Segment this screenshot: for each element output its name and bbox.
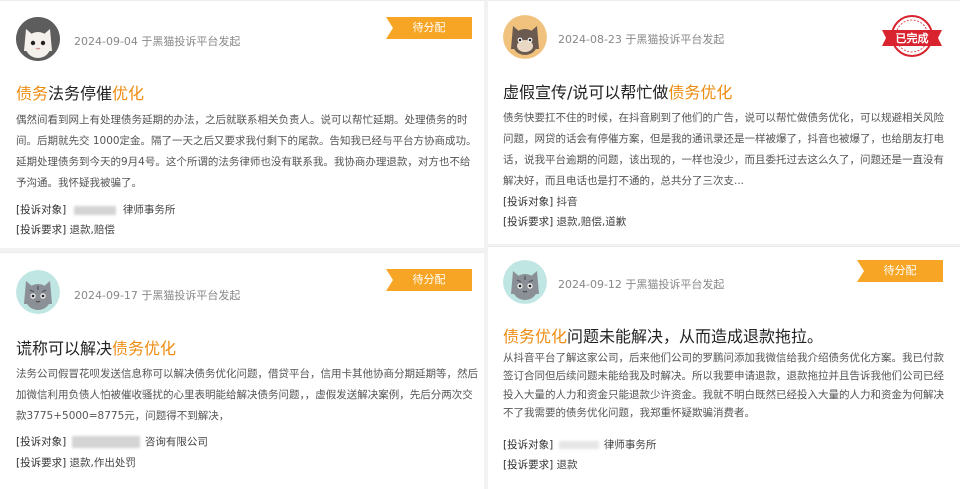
title-highlight: 债务	[16, 84, 49, 103]
complaint-title[interactable]: 虚假宣传/说可以帮忙做债务优化	[503, 79, 732, 103]
stamp-label: 已完成	[896, 31, 929, 45]
target-value: 咨询有限公司	[144, 436, 208, 448]
complaint-target: [投诉对象] 咨询有限公司	[16, 434, 208, 449]
complaint-card[interactable]: 2024-09-17 于黑猫投诉平台发起 待分配 谎称可以解决债务优化 法务公司…	[0, 252, 484, 489]
complaint-title[interactable]: 债务优化问题未能解决，从而造成退款拖拉。	[503, 323, 823, 347]
title-text: 虚假宣传/说可以帮忙做	[503, 83, 669, 102]
target-value: 抖音	[556, 196, 578, 208]
redacted-name	[558, 441, 599, 449]
complaint-demand: [投诉要求] 退款,作出处罚	[16, 455, 136, 470]
title-highlight: 债务优化	[668, 83, 733, 102]
complaint-demand: [投诉要求] 退款,赔偿	[16, 222, 115, 237]
demand-label: [投诉要求]	[16, 457, 67, 469]
redacted-name	[71, 436, 140, 448]
cat-avatar-icon	[16, 270, 60, 314]
redacted-name	[73, 205, 116, 215]
complaint-target: [投诉对象] 抖音	[503, 194, 578, 209]
post-date: 2024-09-17 于黑猫投诉平台发起	[74, 289, 241, 302]
complaint-demand: [投诉要求] 退款	[503, 457, 578, 472]
complaint-card[interactable]: 2024-09-12 于黑猫投诉平台发起 待分配 债务优化问题未能解决，从而造成…	[488, 246, 960, 489]
status-badge: 待分配	[386, 17, 472, 39]
title-text: 问题未能解决，从而造成退款拖拉。	[567, 327, 824, 346]
status-badge: 待分配	[857, 260, 943, 282]
cat-avatar-icon	[16, 17, 60, 61]
complaint-target: [投诉对象] 律师事务所	[503, 437, 656, 452]
demand-label: [投诉要求]	[503, 216, 554, 228]
post-date: 2024-08-23 于黑猫投诉平台发起	[558, 33, 725, 46]
complaint-demand: [投诉要求] 退款,赔偿,道歉	[503, 214, 626, 229]
cat-avatar-icon	[503, 15, 547, 59]
demand-label: [投诉要求]	[16, 224, 67, 236]
done-stamp-icon: 已完成	[880, 12, 944, 64]
complaint-card[interactable]: 2024-08-23 于黑猫投诉平台发起 已完成 虚假宣传/说可以帮忙做债务优化…	[488, 0, 960, 244]
title-text: 法务停催	[48, 84, 113, 103]
demand-value: 退款,赔偿	[69, 224, 115, 236]
demand-value: 退款	[556, 459, 578, 471]
target-label: [投诉对象]	[16, 436, 67, 448]
target-label: [投诉对象]	[503, 439, 554, 451]
target-label: [投诉对象]	[503, 196, 554, 208]
complaint-card[interactable]: 2024-09-04 于黑猫投诉平台发起 待分配 债务法务停催优化 偶然间看到网…	[0, 0, 484, 248]
status-badge: 待分配	[386, 269, 472, 291]
post-date: 2024-09-12 于黑猫投诉平台发起	[558, 278, 725, 291]
complaint-body: 偶然间看到网上有处理债务延期的办法，之后就联系相关负责人。说可以帮忙延期。处理债…	[16, 114, 477, 189]
demand-value: 退款,赔偿,道歉	[556, 216, 627, 228]
target-label: [投诉对象]	[16, 204, 67, 216]
post-date: 2024-09-04 于黑猫投诉平台发起	[74, 35, 241, 48]
complaint-title[interactable]: 谎称可以解决债务优化	[16, 335, 176, 359]
complaint-body: 债务快要扛不住的时候，在抖音刷到了他们的广告，说可以帮忙做债务优化，可以规避相关…	[503, 112, 944, 187]
complaint-title[interactable]: 债务法务停催优化	[16, 80, 144, 104]
target-value: 律师事务所	[603, 439, 657, 451]
complaint-body: 法务公司假冒花呗发送信息称可以解决债务优化问题，借贷平台，信用卡其他协商分期延期…	[16, 368, 478, 422]
title-highlight: 债务优化	[112, 339, 177, 358]
demand-label: [投诉要求]	[503, 459, 554, 471]
title-highlight: 债务优化	[503, 327, 568, 346]
complaint-target: [投诉对象] 律师事务所	[16, 202, 175, 217]
complaint-body: 从抖音平台了解这家公司，后来他们公司的罗鹏问添加我微信给我介绍债务优化方案。我已…	[503, 352, 944, 420]
demand-value: 退款,作出处罚	[69, 457, 136, 469]
cat-avatar-icon	[503, 260, 547, 304]
title-text: 谎称可以解决	[16, 339, 113, 358]
title-highlight: 优化	[112, 84, 145, 103]
target-value: 律师事务所	[122, 204, 176, 216]
